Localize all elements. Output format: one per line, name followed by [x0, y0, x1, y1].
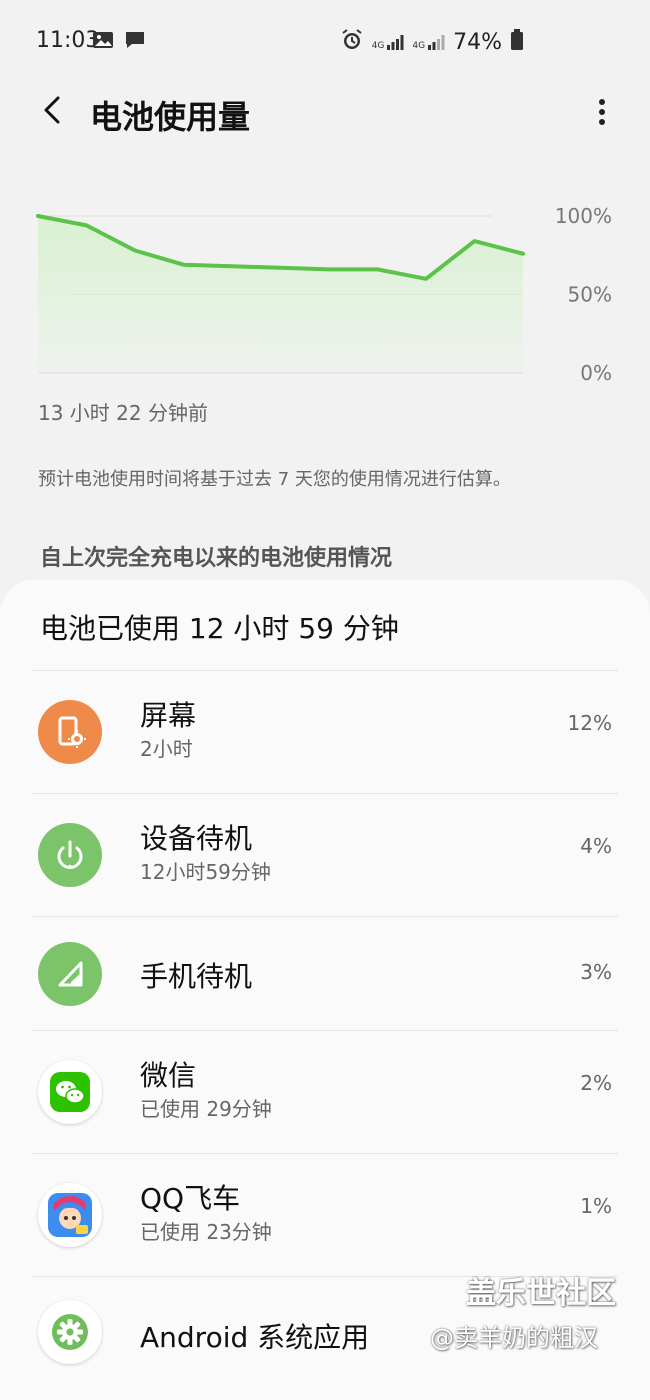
chart-y-tick-label: 100%: [555, 204, 612, 228]
back-button[interactable]: [34, 92, 70, 132]
screen-brightness-icon: [38, 700, 102, 764]
image-icon: [92, 30, 114, 54]
usage-item-percent: 12%: [567, 711, 612, 735]
usage-item-sub: 已使用 29分钟: [140, 1097, 272, 1121]
usage-item-phone-idle[interactable]: 手机待机 3%: [0, 918, 650, 1038]
chart-y-tick-label: 0%: [580, 361, 612, 385]
divider: [32, 793, 618, 794]
usage-item-sub: 12小时59分钟: [140, 860, 271, 884]
more-options-button[interactable]: [590, 94, 614, 134]
status-left-icons: [92, 30, 146, 54]
battery-chart-svg: 100% 50% 0%: [36, 204, 612, 385]
app-bar: 电池使用量: [0, 80, 650, 150]
usage-item-qq-speed[interactable]: QQ飞车 已使用 23分钟 1%: [0, 1155, 650, 1275]
wechat-icon: [38, 1060, 102, 1124]
usage-item-name: 手机待机: [140, 960, 253, 993]
gear-icon: [38, 1300, 102, 1364]
usage-item-name: 微信: [140, 1059, 197, 1092]
estimate-note: 预计电池使用时间将基于过去 7 天您的使用情况进行估算。: [38, 469, 511, 490]
chart-y-tick-label: 50%: [568, 283, 612, 307]
status-bar: 11:03 4G 4G 74%: [0, 0, 650, 80]
usage-item-name: QQ飞车: [140, 1182, 241, 1215]
usage-item-percent: 1%: [580, 1194, 612, 1218]
usage-item-name: 设备待机: [140, 822, 253, 855]
divider: [32, 1030, 618, 1031]
back-arrow-icon: [40, 95, 64, 129]
usage-item-sub: 2小时: [140, 737, 193, 761]
usage-item-percent: 3%: [580, 960, 612, 984]
message-icon: [124, 30, 146, 54]
status-time: 11:03: [36, 28, 100, 53]
usage-item-screen[interactable]: 屏幕 2小时 12%: [0, 672, 650, 792]
watermark-handle: @卖羊奶的粗汉: [430, 1324, 598, 1352]
usage-item-name: 屏幕: [140, 699, 197, 732]
page-title: 电池使用量: [90, 98, 251, 136]
battery-chart: 100% 50% 0%: [0, 190, 650, 390]
usage-item-percent: 4%: [580, 834, 612, 858]
usage-item-name: Android 系统应用: [140, 1321, 370, 1354]
divider: [32, 916, 618, 917]
network-type: 4G: [412, 41, 426, 51]
watermark-title: 盖乐世社区: [466, 1276, 616, 1311]
battery-percent: 74%: [453, 29, 502, 55]
battery-icon: [510, 29, 524, 55]
chart-start-label: 13 小时 22 分钟前: [38, 401, 208, 425]
usage-item-wechat[interactable]: 微信 已使用 29分钟 2%: [0, 1032, 650, 1152]
signal-icon: 4G: [412, 33, 445, 51]
usage-summary: 电池已使用 12 小时 59 分钟: [40, 612, 399, 645]
signal-icon: 4G: [372, 33, 405, 51]
network-type: 4G: [371, 41, 385, 51]
more-vertical-icon: [598, 98, 606, 130]
usage-item-device-idle[interactable]: 设备待机 12小时59分钟 4%: [0, 795, 650, 915]
signal-strength-icon: [38, 942, 102, 1006]
section-title: 自上次完全充电以来的电池使用情况: [40, 546, 393, 571]
game-avatar-icon: [38, 1183, 102, 1247]
alarm-icon: [340, 28, 364, 56]
usage-item-percent: 2%: [580, 1071, 612, 1095]
power-icon: [38, 823, 102, 887]
divider: [32, 670, 618, 671]
divider: [32, 1153, 618, 1154]
status-right-icons: 4G 4G 74%: [340, 28, 524, 56]
usage-item-sub: 已使用 23分钟: [140, 1220, 272, 1244]
